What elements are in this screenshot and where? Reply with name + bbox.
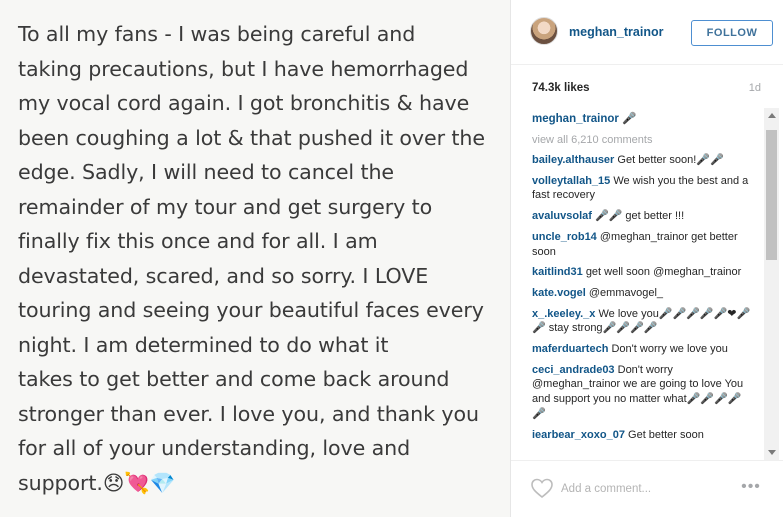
comment-item: ceci_andrade03 Don't worry @meghan_train… [532,363,755,422]
comments-list[interactable]: meghan_trainor 🎤 view all 6,210 comments… [511,108,783,460]
heart-icon[interactable] [530,477,554,499]
view-all-comments-link[interactable]: view all 6,210 comments [532,134,755,146]
comment-username[interactable]: iearbear_xoxo_07 [532,429,625,441]
caption: meghan_trainor 🎤 [532,112,755,127]
comment-text: Get better soon!🎤🎤 [617,154,724,166]
comment-item: avaluvsolaf 🎤🎤 get better !!! [532,209,755,224]
comment-text: @emmavogel_ [588,286,664,299]
comment-item: iearbear_xoxo_07 Get better soon [532,428,755,443]
post-image: To all my fans - I was being careful and… [0,0,511,517]
scroll-down-arrow-icon[interactable] [764,445,779,460]
scrollbar-thumb[interactable] [766,130,777,260]
comment-item: uncle_rob14 @meghan_trainor get better s… [532,230,755,259]
comment-text: 🎤🎤 get better !!! [594,210,685,223]
comments-scrollbar[interactable] [764,108,779,460]
comment-item: bailey.althauser Get better soon!🎤🎤 [532,153,755,168]
add-comment-input[interactable] [559,478,733,500]
comment-username[interactable]: avaluvsolaf [532,210,592,222]
caption-username[interactable]: meghan_trainor [532,113,619,125]
comment-username[interactable]: maferduartech [532,343,608,355]
comment-item: maferduartech Don't worry we love you [532,342,755,357]
comment-username[interactable]: uncle_rob14 [532,231,597,243]
scroll-up-arrow-icon[interactable] [764,108,779,123]
post-text: To all my fans - I was being careful and… [18,22,485,495]
follow-button[interactable]: FOLLOW [691,20,773,46]
likes-count[interactable]: 74.3k likes [532,82,590,94]
post-age[interactable]: 1d [749,82,761,94]
comment-username[interactable]: kate.vogel [532,287,586,299]
comment-item: x_.keeley._x We love you🎤🎤🎤🎤🎤❤🎤🎤 stay st… [532,307,755,336]
comment-username[interactable]: volleytallah_15 [532,175,610,187]
caption-text: 🎤 [622,113,637,125]
comment-text: Don't worry we love you [611,343,728,356]
comment-text: get well soon @meghan_trainor [585,266,742,279]
likes-row: 74.3k likes 1d [511,64,783,108]
comment-username[interactable]: ceci_andrade03 [532,364,615,376]
comment-item: kate.vogel @emmavogel_ [532,286,755,301]
comment-footer: ••• [511,460,783,518]
comment-username[interactable]: kaitlind31 [532,266,583,278]
post-header: meghan_trainor FOLLOW [511,0,783,65]
comment-item: volleytallah_15 We wish you the best and… [532,174,755,203]
post-side-panel: meghan_trainor FOLLOW 74.3k likes 1d meg… [511,0,783,517]
comment-username[interactable]: x_.keeley._x [532,308,595,320]
more-options-icon[interactable]: ••• [739,477,763,497]
header-username[interactable]: meghan_trainor [569,25,663,39]
comment-item: kaitlind31 get well soon @meghan_trainor [532,265,755,280]
avatar[interactable] [530,17,558,45]
comment-text: Get better soon [628,428,704,441]
comment-username[interactable]: bailey.althauser [532,154,614,166]
